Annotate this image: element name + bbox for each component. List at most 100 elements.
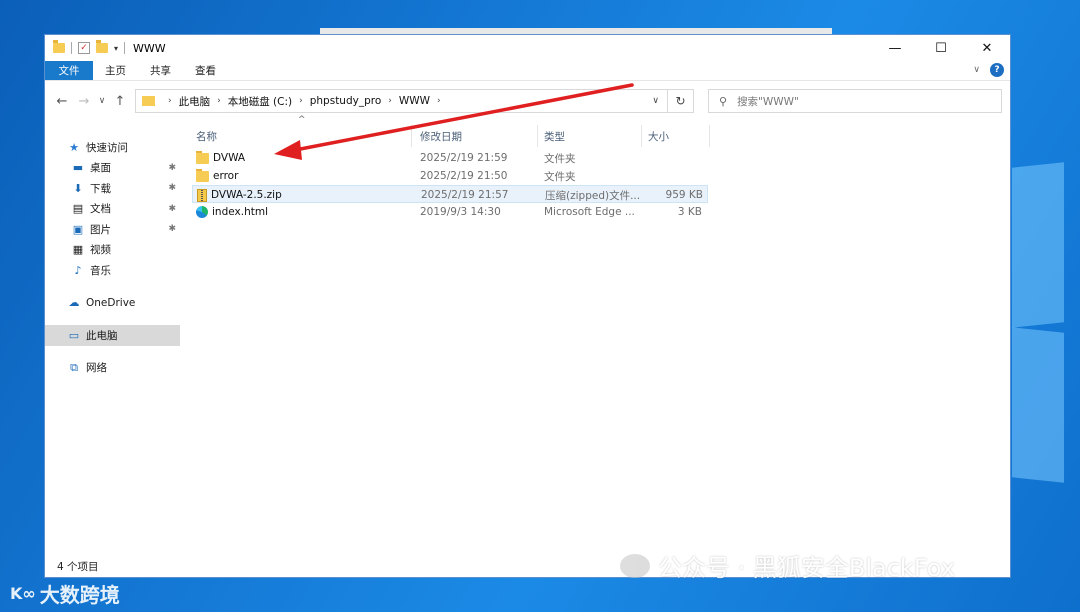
chevron-right-icon[interactable]: › [168, 96, 172, 106]
window-title: WWW [133, 41, 166, 55]
music-icon: ♪ [74, 263, 82, 277]
pin-icon: ✱ [168, 203, 176, 214]
sidebar-item-label: 桌面 [90, 162, 111, 175]
file-modified: 2019/9/3 14:30 [420, 206, 501, 218]
title-bar[interactable]: ✓ ▾ WWW — ☐ ✕ [45, 35, 1010, 61]
picture-icon: ▣ [72, 222, 84, 236]
customize-toolbar-icon[interactable]: ▾ [114, 44, 118, 53]
sidebar-item-label: OneDrive [86, 296, 136, 309]
tab-view[interactable]: 查看 [183, 61, 228, 80]
sidebar-item-pictures[interactable]: ▣ 图片 ✱ [45, 219, 180, 240]
file-name-cell: index.html [196, 203, 268, 221]
sidebar-item-label: 快速访问 [86, 141, 128, 154]
navigation-bar: ← → ∨ ↑ › 此电脑 › 本地磁盘 (C:) › phpstudy_pro… [45, 81, 1010, 121]
back-button[interactable]: ← [51, 94, 73, 109]
file-name: error [213, 170, 239, 182]
file-name: DVWA [213, 152, 246, 164]
watermark-right: 公众号 · 黑狐安全BlackFox [620, 548, 955, 583]
column-header-size[interactable]: 大小 [642, 125, 710, 147]
breadcrumb-local-disk[interactable]: 本地磁盘 (C:) [228, 94, 292, 109]
sidebar-item-documents[interactable]: ▤ 文档 ✱ [45, 199, 180, 220]
video-icon: ▦ [72, 243, 84, 257]
document-icon: ▤ [72, 202, 84, 216]
zip-icon [197, 188, 207, 202]
up-button[interactable]: ↑ [109, 94, 131, 109]
properties-icon[interactable]: ✓ [78, 42, 90, 54]
sidebar-item-label: 视频 [90, 244, 111, 257]
windows-desktop-logo [1012, 150, 1080, 483]
file-name-cell: DVWA [196, 149, 245, 167]
minimize-button[interactable]: — [872, 35, 918, 61]
brand-logo-icon: K∞ [10, 584, 36, 603]
chevron-right-icon[interactable]: › [437, 96, 441, 106]
table-row[interactable]: error 2025/2/19 21:50 文件夹 [192, 167, 708, 185]
file-name: DVWA-2.5.zip [211, 189, 282, 201]
sidebar-item-music[interactable]: ♪ 音乐 [45, 260, 180, 281]
file-size: 3 KB [677, 206, 702, 218]
new-folder-icon[interactable] [96, 40, 108, 53]
wechat-icon [620, 553, 650, 578]
table-row[interactable]: DVWA-2.5.zip 2025/2/19 21:57 压缩(zipped)文… [192, 185, 708, 203]
address-dropdown-icon[interactable]: ∨ [652, 96, 659, 106]
folder-icon [196, 168, 209, 182]
watermark-left-text: 大数跨境 [39, 583, 120, 607]
file-explorer-window: ✓ ▾ WWW — ☐ ✕ 文件 主页 共享 查看 ∨ ? ← → ∨ ↑ › [44, 34, 1011, 578]
address-bar[interactable]: › 此电脑 › 本地磁盘 (C:) › phpstudy_pro › WWW ›… [135, 89, 668, 113]
file-modified: 2025/2/19 21:50 [420, 170, 508, 182]
sidebar-item-network[interactable]: ⧉ 网络 [45, 358, 180, 379]
pin-icon: ✱ [168, 162, 176, 173]
file-type: 压缩(zipped)文件... [545, 189, 641, 202]
sidebar-item-videos[interactable]: ▦ 视频 [45, 240, 180, 261]
file-name: index.html [212, 206, 268, 218]
file-type: 文件夹 [544, 152, 576, 165]
recent-locations-button[interactable]: ∨ [95, 96, 109, 106]
table-row[interactable]: index.html 2019/9/3 14:30 Microsoft Edge… [192, 203, 708, 221]
toolbar-separator [71, 42, 72, 54]
file-list[interactable]: ^ 名称 修改日期 类型 大小 DVWA 2025/2/19 21:59 文件夹… [180, 115, 1010, 555]
sidebar-item-label: 图片 [90, 223, 111, 236]
tab-home[interactable]: 主页 [93, 61, 138, 80]
close-button[interactable]: ✕ [964, 35, 1010, 61]
chevron-right-icon[interactable]: › [217, 96, 221, 106]
watermark-left: K∞ 大数跨境 [10, 579, 120, 608]
tab-share[interactable]: 共享 [138, 61, 183, 80]
breadcrumb-this-pc[interactable]: 此电脑 [179, 94, 211, 109]
tab-file[interactable]: 文件 [45, 61, 93, 80]
column-header-type[interactable]: 类型 [538, 125, 642, 147]
sidebar-item-desktop[interactable]: ▬ 桌面 ✱ [45, 158, 180, 179]
sidebar-item-downloads[interactable]: ⬇ 下载 ✱ [45, 178, 180, 199]
navigation-pane[interactable]: ★ 快速访问 ▬ 桌面 ✱ ⬇ 下载 ✱ ▤ 文档 ✱ ▣ 图片 ✱ ▦ 视频 … [45, 121, 180, 555]
sidebar-item-this-pc[interactable]: ▭ 此电脑 [45, 325, 180, 346]
download-icon: ⬇ [73, 181, 83, 195]
sidebar-item-label: 网络 [86, 362, 107, 375]
help-icon[interactable]: ? [990, 63, 1004, 77]
toolbar-separator [124, 42, 126, 54]
pin-icon: ✱ [168, 224, 176, 235]
sidebar-item-quick-access[interactable]: ★ 快速访问 [45, 137, 180, 158]
search-placeholder: 搜索"WWW" [737, 95, 799, 108]
column-header-name[interactable]: 名称 [190, 125, 412, 147]
forward-button[interactable]: → [73, 94, 95, 109]
cloud-icon: ☁ [68, 296, 80, 310]
file-name-cell: error [196, 167, 238, 185]
chevron-right-icon[interactable]: › [299, 96, 303, 106]
file-modified: 2025/2/19 21:59 [420, 152, 508, 164]
pin-icon: ✱ [168, 183, 176, 194]
breadcrumb-phpstudy[interactable]: phpstudy_pro [310, 95, 382, 107]
file-name-cell: DVWA-2.5.zip [197, 186, 282, 204]
sort-ascending-icon: ^ [298, 115, 306, 125]
folder-icon [142, 96, 155, 106]
column-header-modified[interactable]: 修改日期 [414, 125, 538, 147]
search-input[interactable]: ⚲ 搜索"WWW" [708, 89, 1002, 113]
window-controls: — ☐ ✕ [872, 35, 1010, 61]
chevron-right-icon[interactable]: › [388, 96, 392, 106]
explorer-body: ★ 快速访问 ▬ 桌面 ✱ ⬇ 下载 ✱ ▤ 文档 ✱ ▣ 图片 ✱ ▦ 视频 … [45, 115, 1010, 555]
network-icon: ⧉ [70, 360, 78, 374]
sidebar-item-onedrive[interactable]: ☁ OneDrive [45, 293, 180, 314]
table-row[interactable]: DVWA 2025/2/19 21:59 文件夹 [192, 149, 708, 167]
refresh-button[interactable]: ↻ [668, 89, 694, 113]
folder-icon [53, 40, 65, 53]
breadcrumb-www[interactable]: WWW [399, 95, 430, 107]
maximize-button[interactable]: ☐ [918, 35, 964, 61]
expand-ribbon-icon[interactable]: ∨ [973, 65, 980, 75]
